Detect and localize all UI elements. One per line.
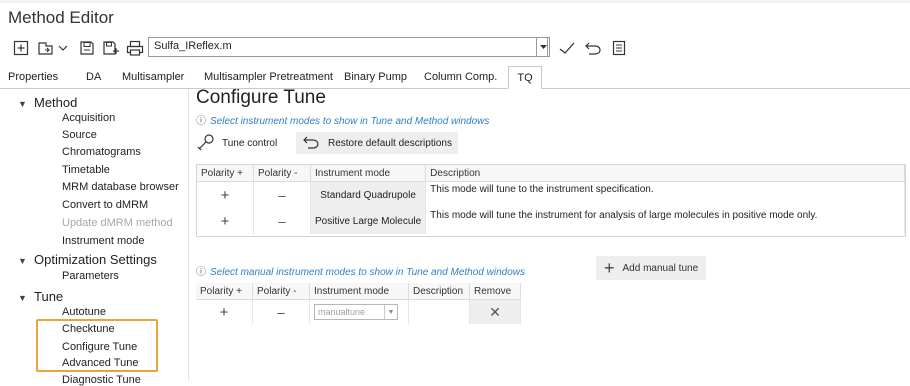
report-icon[interactable] [608,36,630,60]
tab-properties[interactable]: Properties [8,66,58,88]
chevron-down-icon[interactable]: ▼ [384,305,397,319]
info-icon: ⓘ [196,116,206,127]
table-row: + – Positive Large Molecule This mode wi… [197,208,905,234]
print-icon[interactable] [124,36,146,60]
open-method-icon[interactable] [36,36,56,60]
tab-multisampler[interactable]: Multisampler [122,66,184,88]
save-icon[interactable] [76,36,98,60]
polarity-plus-toggle[interactable]: + [197,181,254,208]
tab-da[interactable]: DA [86,66,101,88]
polarity-minus-toggle[interactable]: – [252,299,310,324]
column-header-polarity-minus: Polarity - [253,165,311,182]
tune-control-label: Tune control [222,137,278,149]
manual-modes-hint-text: Select manual instrument modes to show i… [210,267,525,278]
column-header-instrument-mode: Instrument mode [310,165,427,182]
instrument-modes-hint-text: Select instrument modes to show in Tune … [210,116,490,127]
column-header-remove: Remove [469,283,521,300]
tree-item-instrument-mode[interactable]: Instrument mode [62,235,145,247]
column-header-polarity-plus: Polarity + [197,165,254,182]
column-header-instrument-mode: Instrument mode [309,283,409,300]
tree-group-method[interactable]: ▼ Method [18,95,77,110]
instrument-modes-table: Polarity + Polarity - Instrument mode De… [197,165,905,234]
dropdown-icon[interactable] [536,37,550,57]
add-manual-tune-button[interactable]: + Add manual tune [596,256,707,280]
tree-item-convert-to-dmrm[interactable]: Convert to dMRM [62,199,148,211]
tune-control-button[interactable]: Tune control [196,132,277,154]
instrument-mode-select-value: manualtune [318,307,366,317]
window-top-border [0,0,910,3]
info-icon: ⓘ [196,267,206,278]
tree-group-method-label: Method [34,95,78,110]
chevron-down-icon[interactable]: ▼ [18,99,34,109]
description-cell[interactable]: This mode will tune the instrument for a… [425,208,905,234]
tab-multisampler-pretreatment[interactable]: Multisampler Pretreatment [204,66,333,88]
column-header-polarity-plus: Polarity + [196,283,253,300]
instrument-mode-cell: manualtune ▼ [309,299,409,324]
description-cell[interactable] [408,299,470,324]
instrument-modes-hint: ⓘ Select instrument modes to show in Tune… [196,112,489,127]
undo-icon [302,135,320,152]
tree-item-autotune[interactable]: Autotune [62,306,106,318]
open-dropdown-icon[interactable] [57,36,69,60]
table-header-row: Polarity + Polarity - Instrument mode De… [197,165,905,182]
tree-item-parameters[interactable]: Parameters [62,270,119,282]
tree-item-timetable[interactable]: Timetable [62,164,110,176]
tab-tq[interactable]: TQ [508,66,542,89]
polarity-minus-toggle[interactable]: – [253,181,311,208]
tab-binary-pump[interactable]: Binary Pump [344,66,407,88]
remove-icon[interactable]: ✕ [469,299,521,324]
tab-column-comp[interactable]: Column Comp. [424,66,497,88]
undo-icon[interactable] [582,36,604,60]
column-header-polarity-minus: Polarity - [252,283,310,300]
tree-item-chromatograms[interactable]: Chromatograms [62,146,141,158]
window-title: Method Editor [8,8,114,27]
polarity-plus-toggle[interactable]: + [197,208,254,234]
selection-highlight [36,319,158,372]
method-file-combobox[interactable]: Sulfa_IReflex.m [148,37,548,57]
tree-group-tune[interactable]: ▼ Tune [18,289,63,304]
plus-icon: + [604,257,615,278]
add-manual-tune-label: Add manual tune [622,262,699,274]
tune-control-icon [196,133,216,154]
polarity-plus-toggle[interactable]: + [196,299,253,324]
new-method-icon[interactable] [10,36,32,60]
tree-item-update-dmrm-method: Update dMRM method [62,217,173,229]
tree-item-acquisition[interactable]: Acquisition [62,112,115,124]
table-header-row: Polarity + Polarity - Instrument mode De… [196,283,521,300]
tree-item-diagnostic-tune[interactable]: Diagnostic Tune [62,374,141,386]
check-icon[interactable] [556,36,578,60]
chevron-down-icon[interactable]: ▼ [18,293,34,303]
manual-modes-hint: ⓘ Select manual instrument modes to show … [196,263,525,278]
save-as-icon[interactable] [100,36,122,60]
instrument-mode-cell: Standard Quadrupole [310,181,427,208]
instrument-mode-cell: Positive Large Molecule [310,208,427,234]
restore-default-descriptions-button[interactable]: Restore default descriptions [296,132,458,154]
tree-item-mrm-database-browser[interactable]: MRM database browser [62,181,179,193]
manual-modes-table: Polarity + Polarity - Instrument mode De… [196,283,521,324]
chevron-down-icon[interactable]: ▼ [18,256,34,266]
polarity-minus-toggle[interactable]: – [253,208,311,234]
column-header-description: Description [425,165,905,182]
tree-item-source[interactable]: Source [62,129,97,141]
instrument-mode-select[interactable]: manualtune ▼ [314,304,398,320]
method-file-value: Sulfa_IReflex.m [154,40,232,52]
tab-bar: Properties DA Multisampler Multisampler … [0,66,910,89]
table-row: + – Standard Quadrupole This mode will t… [197,181,905,208]
tree-group-tune-label: Tune [34,289,64,304]
description-cell[interactable]: This mode will tune to the instrument sp… [425,181,905,208]
tree-group-optimization-settings[interactable]: ▼ Optimization Settings [18,252,157,267]
instrument-modes-grid: Polarity + Polarity - Instrument mode De… [196,164,906,237]
page-title: Configure Tune [196,87,326,108]
tree-group-optimization-label: Optimization Settings [34,252,157,267]
restore-default-descriptions-label: Restore default descriptions [328,137,452,149]
table-row: + – manualtune ▼ ✕ [196,299,521,324]
column-header-description: Description [408,283,470,300]
